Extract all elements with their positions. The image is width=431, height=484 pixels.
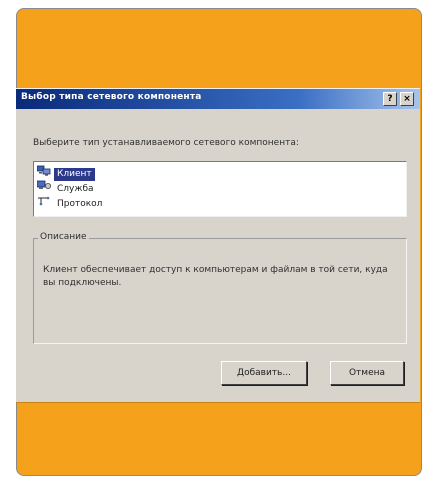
client-computers-icon <box>36 165 51 181</box>
list-item-label: Протокол <box>57 198 103 209</box>
list-item-client[interactable]: Клиент <box>36 165 95 181</box>
protocol-icon <box>37 195 51 211</box>
component-type-prompt: Выберите тип устанавливаемого сетевого к… <box>33 138 299 148</box>
dialog-title: Выбор типа сетевого компонента <box>21 92 202 102</box>
description-label: Описание <box>38 232 89 242</box>
component-type-list[interactable]: Клиент Служба Протокол <box>33 161 407 217</box>
close-button[interactable]: × <box>400 92 414 106</box>
description-groupbox <box>33 238 407 344</box>
description-text: Клиент обеспечивает доступ к компьютерам… <box>43 265 388 288</box>
list-item-label: Служба <box>57 183 94 194</box>
select-network-component-dialog: Выбор типа сетевого компонента ? × Выбер… <box>16 88 420 403</box>
list-item-protocol[interactable]: Протокол <box>37 195 105 211</box>
list-item-label: Клиент <box>54 167 95 181</box>
title-bar[interactable]: Выбор типа сетевого компонента ? × <box>16 89 420 109</box>
service-icon <box>36 180 51 196</box>
help-button[interactable]: ? <box>383 92 397 106</box>
cancel-button[interactable]: Отмена <box>330 361 404 385</box>
dialog-bottom-edge <box>16 402 420 403</box>
add-button[interactable]: Добавить... <box>221 361 307 385</box>
list-item-service[interactable]: Служба <box>36 180 97 196</box>
